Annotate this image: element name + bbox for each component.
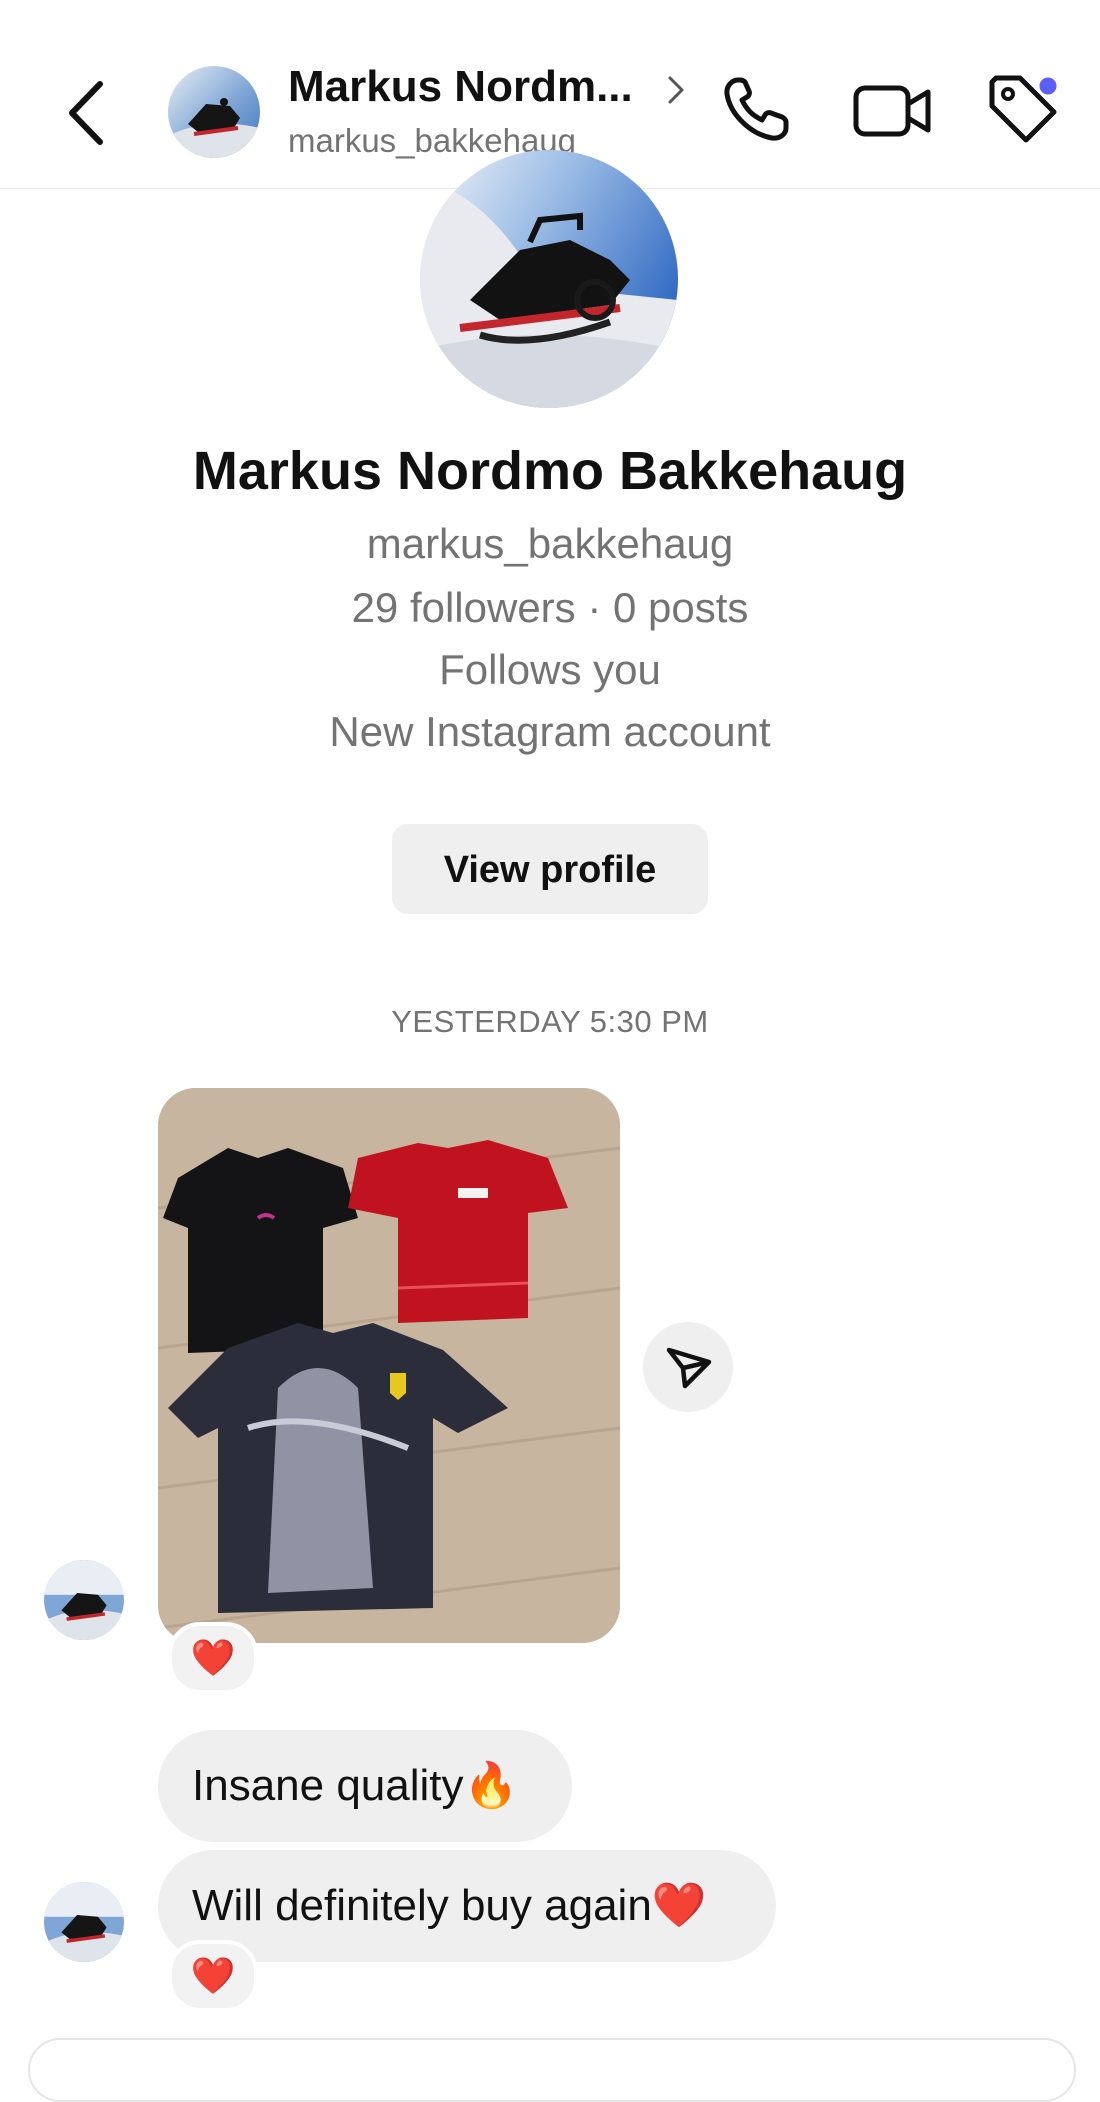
message-text: Will definitely buy again❤️ <box>192 1881 707 1930</box>
sender-avatar[interactable] <box>44 1560 124 1640</box>
message-timestamp: YESTERDAY 5:30 PM <box>391 1004 709 1039</box>
notification-dot <box>1036 74 1060 98</box>
message-bubble[interactable]: Will definitely buy again❤️ <box>158 1850 776 1962</box>
chevron-right-icon[interactable] <box>664 70 690 110</box>
snowmobile-avatar-image <box>168 66 260 158</box>
message-composer[interactable] <box>28 2038 1076 2102</box>
back-arrow-icon[interactable] <box>60 76 120 150</box>
snowmobile-profile-image <box>420 150 678 408</box>
heart-reaction: ❤️ <box>190 1637 236 1678</box>
phone-icon[interactable] <box>720 74 792 146</box>
heart-reaction: ❤️ <box>190 1955 236 1996</box>
paper-plane-icon <box>666 1347 712 1389</box>
message-bubble[interactable]: Insane quality🔥 <box>158 1730 572 1842</box>
video-camera-icon[interactable] <box>852 80 934 142</box>
view-profile-button[interactable]: View profile <box>392 824 708 914</box>
tag-icon[interactable] <box>986 72 1062 148</box>
message-reaction[interactable]: ❤️ <box>168 1940 258 2012</box>
photo-reaction[interactable]: ❤️ <box>168 1622 258 1694</box>
share-button[interactable] <box>643 1322 733 1412</box>
profile-full-name: Markus Nordmo Bakkehaug <box>192 441 908 501</box>
photo-message[interactable] <box>158 1088 620 1643</box>
follows-you-label: Follows you <box>439 646 661 693</box>
account-note: New Instagram account <box>329 708 771 755</box>
message-text: Insane quality🔥 <box>192 1761 519 1810</box>
contact-name[interactable]: Markus Nordm... <box>288 62 633 112</box>
snowmobile-avatar-image <box>44 1560 124 1640</box>
jerseys-photo <box>158 1088 620 1643</box>
profile-avatar[interactable] <box>420 150 678 408</box>
sender-avatar[interactable] <box>44 1882 124 1962</box>
profile-username: markus_bakkehaug <box>366 520 734 567</box>
profile-stats: 29 followers · 0 posts <box>351 584 749 631</box>
header-avatar[interactable] <box>168 66 260 158</box>
snowmobile-avatar-image <box>44 1882 124 1962</box>
